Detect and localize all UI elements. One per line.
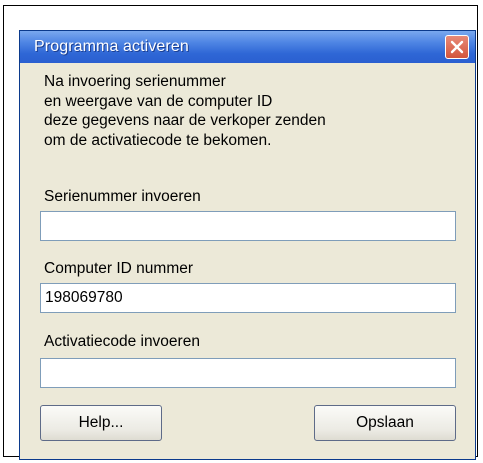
- instruction-line: deze gegevens naar de verkoper zenden: [44, 112, 326, 129]
- save-button[interactable]: Opslaan: [314, 405, 456, 441]
- serial-input[interactable]: [40, 211, 456, 241]
- activation-dialog: Programma activeren Na invoering serienu…: [19, 30, 476, 460]
- activation-code-label: Activatiecode invoeren: [44, 333, 200, 350]
- instruction-line: Na invoering serienummer: [44, 73, 226, 90]
- instruction-line: en weergave van de computer ID: [44, 92, 273, 110]
- window-title: Programma activeren: [34, 38, 189, 55]
- instructions-text: Na invoering serienummer en weergave van…: [44, 72, 326, 150]
- close-icon: [450, 40, 464, 54]
- computer-id-field[interactable]: 198069780: [40, 283, 456, 313]
- serial-label: Serienummer invoeren: [44, 188, 201, 205]
- title-bar[interactable]: Programma activeren: [20, 31, 475, 63]
- instruction-line: om de activatiecode te bekomen.: [44, 131, 272, 149]
- help-button[interactable]: Help...: [40, 405, 162, 441]
- dialog-body: Na invoering serienummer en weergave van…: [20, 63, 475, 459]
- computer-id-label: Computer ID nummer: [44, 260, 194, 277]
- close-button[interactable]: [445, 35, 469, 59]
- activation-code-input[interactable]: [40, 358, 456, 388]
